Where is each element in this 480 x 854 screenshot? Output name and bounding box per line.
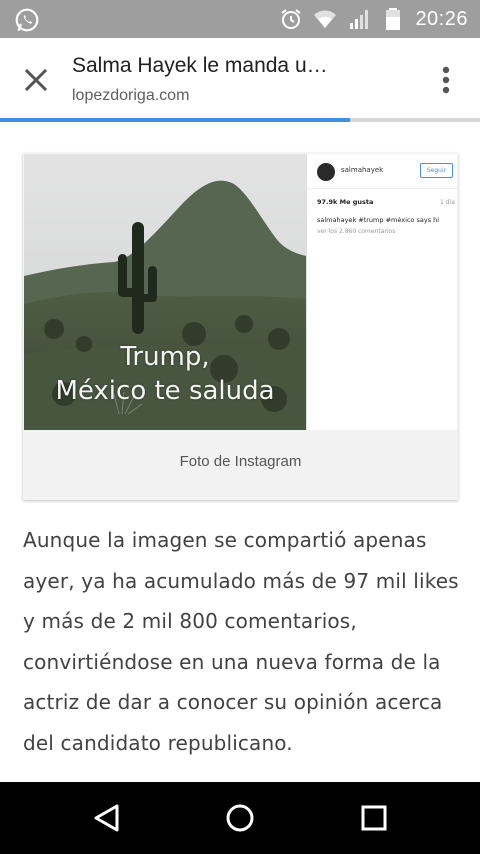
battery-icon [386,8,401,30]
page-url[interactable]: lopezdoriga.com [72,87,189,105]
status-bar: 20:26 [0,0,480,38]
wifi-icon [314,10,337,28]
divider [307,188,457,189]
overflow-menu-icon[interactable] [430,62,462,98]
article-paragraph: Aunque la imagen se compartió apenas aye… [23,528,459,755]
alarm-icon [281,9,302,29]
instagram-photo[interactable]: Trump, México te saluda salmahayek Segui… [24,154,457,430]
instagram-age: 1 día [440,199,455,206]
instagram-likes: 97.9k Me gusta [317,198,374,206]
follow-button: Seguir [420,163,453,178]
load-progress-fill [0,118,351,122]
figure-caption: Foto de Instagram [179,453,302,470]
back-icon[interactable] [89,800,125,836]
overlay-line-2: México te saluda [55,376,275,406]
instagram-caption: salmahayek #trump #méxico says hi [317,216,440,224]
page-title: Salma Hayek le manda u… [72,54,328,77]
figure-card: Trump, México te saluda salmahayek Segui… [23,153,458,500]
system-nav-bar [0,782,480,854]
load-progress-bar [0,118,480,122]
status-time: 20:26 [415,7,468,30]
avatar [317,163,335,181]
overlay-line-1: Trump, [120,342,210,372]
instagram-username: salmahayek [341,166,384,174]
home-icon[interactable] [222,800,258,836]
close-icon[interactable] [20,64,52,96]
browser-toolbar: Salma Hayek le manda u… lopezdoriga.com [0,38,480,118]
signal-icon [350,10,369,29]
instagram-comments: ver los 2.860 comentarios [317,228,396,235]
whatsapp-icon [15,8,39,32]
recents-icon[interactable] [356,800,392,836]
instagram-sidebar: salmahayek Seguir 97.9k Me gusta 1 día s… [306,154,457,430]
